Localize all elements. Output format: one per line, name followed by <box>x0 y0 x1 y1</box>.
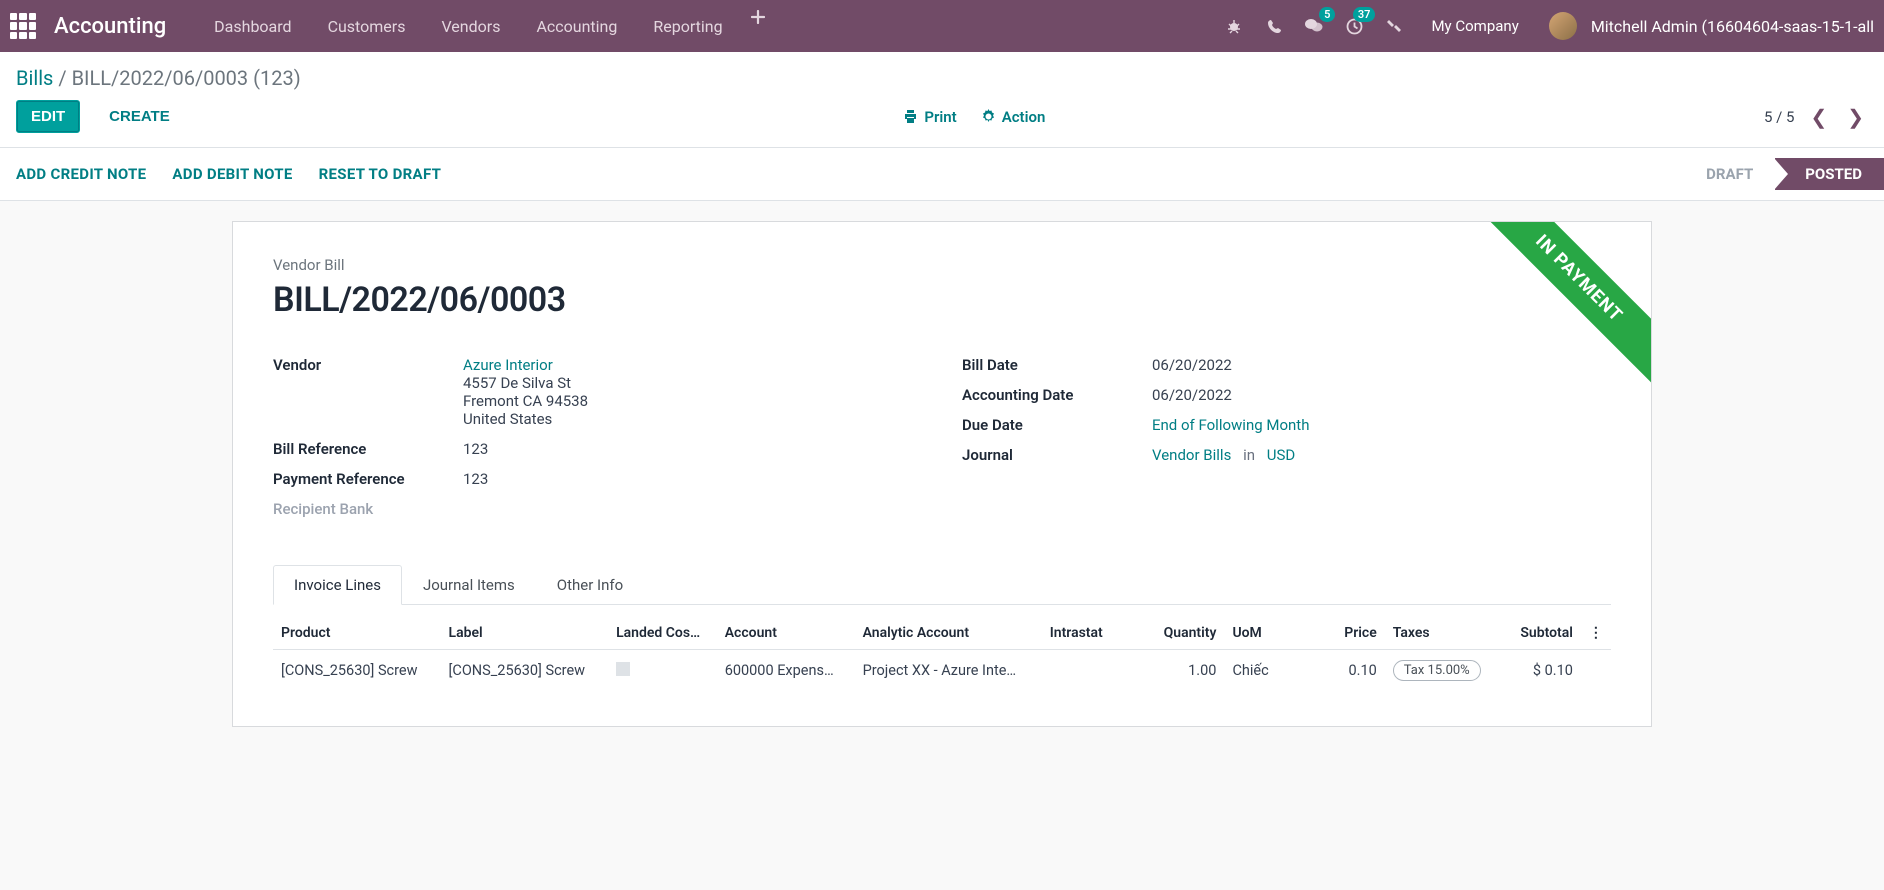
cell-landed <box>608 650 717 692</box>
vendor-street: 4557 De Silva St <box>463 374 922 392</box>
bill-date-value: 06/20/2022 <box>1152 356 1611 374</box>
cell-label: [CONS_25630] Screw <box>441 650 609 692</box>
table-row[interactable]: [CONS_25630] Screw [CONS_25630] Screw 60… <box>273 650 1611 692</box>
cell-price: 0.10 <box>1309 650 1385 692</box>
company-selector[interactable]: My Company <box>1417 17 1532 35</box>
main-menu: Dashboard Customers Vendors Accounting R… <box>196 0 1217 52</box>
print-icon <box>903 109 918 124</box>
col-subtotal[interactable]: Subtotal <box>1494 617 1581 650</box>
print-button[interactable]: Print <box>903 108 956 126</box>
apps-icon[interactable] <box>10 13 36 39</box>
col-taxes[interactable]: Taxes <box>1385 617 1494 650</box>
doc-title: BILL/2022/06/0003 <box>273 280 1611 320</box>
user-avatar[interactable] <box>1549 12 1577 40</box>
payment-reference-value: 123 <box>463 470 922 488</box>
menu-vendors[interactable]: Vendors <box>423 0 518 52</box>
vendor-country: United States <box>463 410 922 428</box>
breadcrumb-current: BILL/2022/06/0003 (123) <box>72 66 301 90</box>
cell-uom: Chiếc <box>1224 650 1309 692</box>
top-navbar: Accounting Dashboard Customers Vendors A… <box>0 0 1884 52</box>
create-button[interactable]: CREATE <box>94 100 185 133</box>
tab-other-info[interactable]: Other Info <box>536 565 644 605</box>
clock-icon[interactable]: 37 <box>1337 9 1371 43</box>
action-button[interactable]: Action <box>981 108 1046 126</box>
tab-invoice-lines[interactable]: Invoice Lines <box>273 565 402 605</box>
tab-journal-items[interactable]: Journal Items <box>402 565 536 605</box>
activity-badge: 37 <box>1353 7 1376 22</box>
phone-icon[interactable] <box>1257 9 1291 43</box>
vendor-label: Vendor <box>273 356 463 428</box>
breadcrumb: Bills / BILL/2022/06/0003 (123) <box>16 66 301 90</box>
journal-label: Journal <box>962 446 1152 464</box>
recipient-bank-label: Recipient Bank <box>273 500 463 518</box>
menu-dashboard[interactable]: Dashboard <box>196 0 309 52</box>
col-uom[interactable]: UoM <box>1224 617 1309 650</box>
cell-analytic: Project XX - Azure Inte… <box>855 650 1042 692</box>
chat-badge: 5 <box>1319 7 1335 22</box>
col-price[interactable]: Price <box>1309 617 1385 650</box>
col-account[interactable]: Account <box>717 617 855 650</box>
due-date-label: Due Date <box>962 416 1152 434</box>
bug-icon[interactable] <box>1217 9 1251 43</box>
app-brand[interactable]: Accounting <box>54 14 166 39</box>
landed-cost-checkbox <box>616 662 630 676</box>
cell-subtotal: $ 0.10 <box>1494 650 1581 692</box>
accounting-date-value: 06/20/2022 <box>1152 386 1611 404</box>
status-draft[interactable]: DRAFT <box>1676 158 1775 190</box>
control-panel: Bills / BILL/2022/06/0003 (123) EDIT CRE… <box>0 52 1884 148</box>
journal-currency[interactable]: USD <box>1267 446 1295 464</box>
doc-type-label: Vendor Bill <box>273 256 1611 274</box>
notebook-tabs: Invoice Lines Journal Items Other Info <box>273 564 1611 605</box>
col-options-icon[interactable]: ⋮ <box>1581 617 1611 650</box>
pager-value[interactable]: 5 / 5 <box>1764 108 1795 126</box>
chat-icon[interactable]: 5 <box>1297 9 1331 43</box>
breadcrumb-root[interactable]: Bills <box>16 66 53 90</box>
payment-reference-label: Payment Reference <box>273 470 463 488</box>
pager: 5 / 5 ❮ ❯ <box>1764 105 1868 129</box>
col-landed[interactable]: Landed Cos… <box>608 617 717 650</box>
form-sheet: IN PAYMENT Vendor Bill BILL/2022/06/0003… <box>232 221 1652 727</box>
col-intrastat[interactable]: Intrastat <box>1042 617 1138 650</box>
invoice-lines-table: Product Label Landed Cos… Account Analyt… <box>273 617 1611 692</box>
pager-next-icon[interactable]: ❯ <box>1843 105 1868 129</box>
gear-icon <box>981 109 996 124</box>
cell-taxes: Tax 15.00% <box>1385 650 1494 692</box>
tax-tag: Tax 15.00% <box>1393 660 1481 681</box>
cell-account: 600000 Expens… <box>717 650 855 692</box>
accounting-date-label: Accounting Date <box>962 386 1152 404</box>
journal-value[interactable]: Vendor Bills <box>1152 446 1231 464</box>
pager-prev-icon[interactable]: ❮ <box>1806 105 1831 129</box>
plus-icon[interactable] <box>741 0 775 34</box>
col-product[interactable]: Product <box>273 617 441 650</box>
bill-reference-label: Bill Reference <box>273 440 463 458</box>
bill-date-label: Bill Date <box>962 356 1152 374</box>
col-quantity[interactable]: Quantity <box>1137 617 1224 650</box>
menu-reporting[interactable]: Reporting <box>635 0 740 52</box>
vendor-link[interactable]: Azure Interior <box>463 356 922 374</box>
vendor-city: Fremont CA 94538 <box>463 392 922 410</box>
tools-icon[interactable] <box>1377 9 1411 43</box>
bill-reference-value: 123 <box>463 440 922 458</box>
add-credit-note-button[interactable]: ADD CREDIT NOTE <box>16 165 146 183</box>
status-bar: ADD CREDIT NOTE ADD DEBIT NOTE RESET TO … <box>0 148 1884 201</box>
col-label[interactable]: Label <box>441 617 609 650</box>
reset-to-draft-button[interactable]: RESET TO DRAFT <box>319 165 442 183</box>
add-debit-note-button[interactable]: ADD DEBIT NOTE <box>172 165 292 183</box>
status-posted: POSTED <box>1775 158 1884 190</box>
menu-customers[interactable]: Customers <box>310 0 424 52</box>
cell-product: [CONS_25630] Screw <box>273 650 441 692</box>
due-date-value[interactable]: End of Following Month <box>1152 416 1309 434</box>
status-steps: DRAFT POSTED <box>1676 158 1884 190</box>
cell-intrastat <box>1042 650 1138 692</box>
recipient-bank-value <box>463 500 922 518</box>
user-name[interactable]: Mitchell Admin (16604604-saas-15-1-all <box>1583 17 1874 36</box>
col-analytic[interactable]: Analytic Account <box>855 617 1042 650</box>
cell-quantity: 1.00 <box>1137 650 1224 692</box>
edit-button[interactable]: EDIT <box>16 100 80 133</box>
menu-accounting[interactable]: Accounting <box>518 0 635 52</box>
